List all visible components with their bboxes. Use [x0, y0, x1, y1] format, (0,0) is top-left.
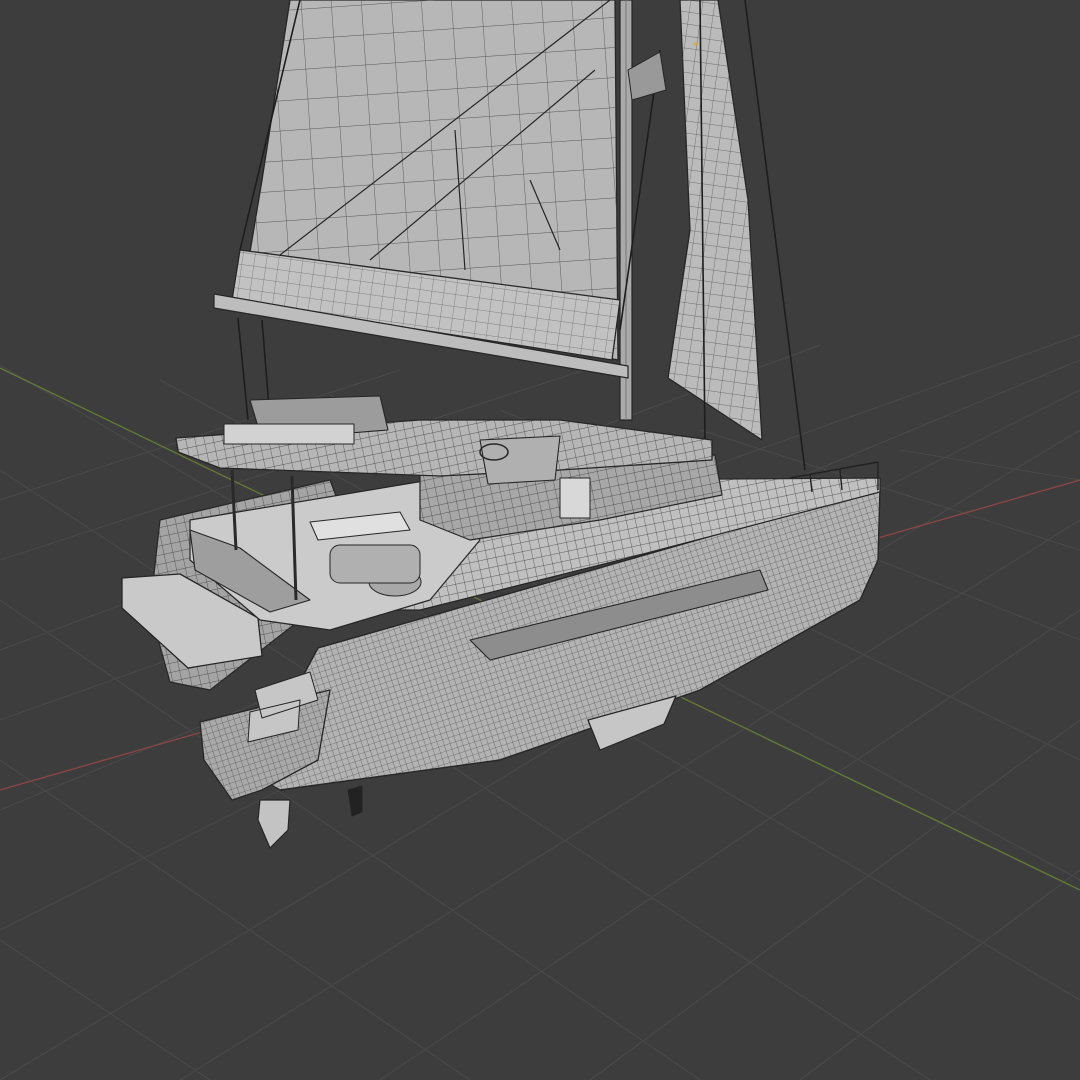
- sailboat-model[interactable]: [121, 0, 881, 849]
- rudder: [257, 799, 291, 849]
- 3d-viewport[interactable]: [0, 0, 1080, 1080]
- spreader: [627, 51, 667, 101]
- companionway: [559, 477, 591, 519]
- origin-marker: [693, 42, 697, 46]
- sunbed: [223, 423, 355, 445]
- propeller: [347, 785, 363, 817]
- bench: [329, 544, 421, 584]
